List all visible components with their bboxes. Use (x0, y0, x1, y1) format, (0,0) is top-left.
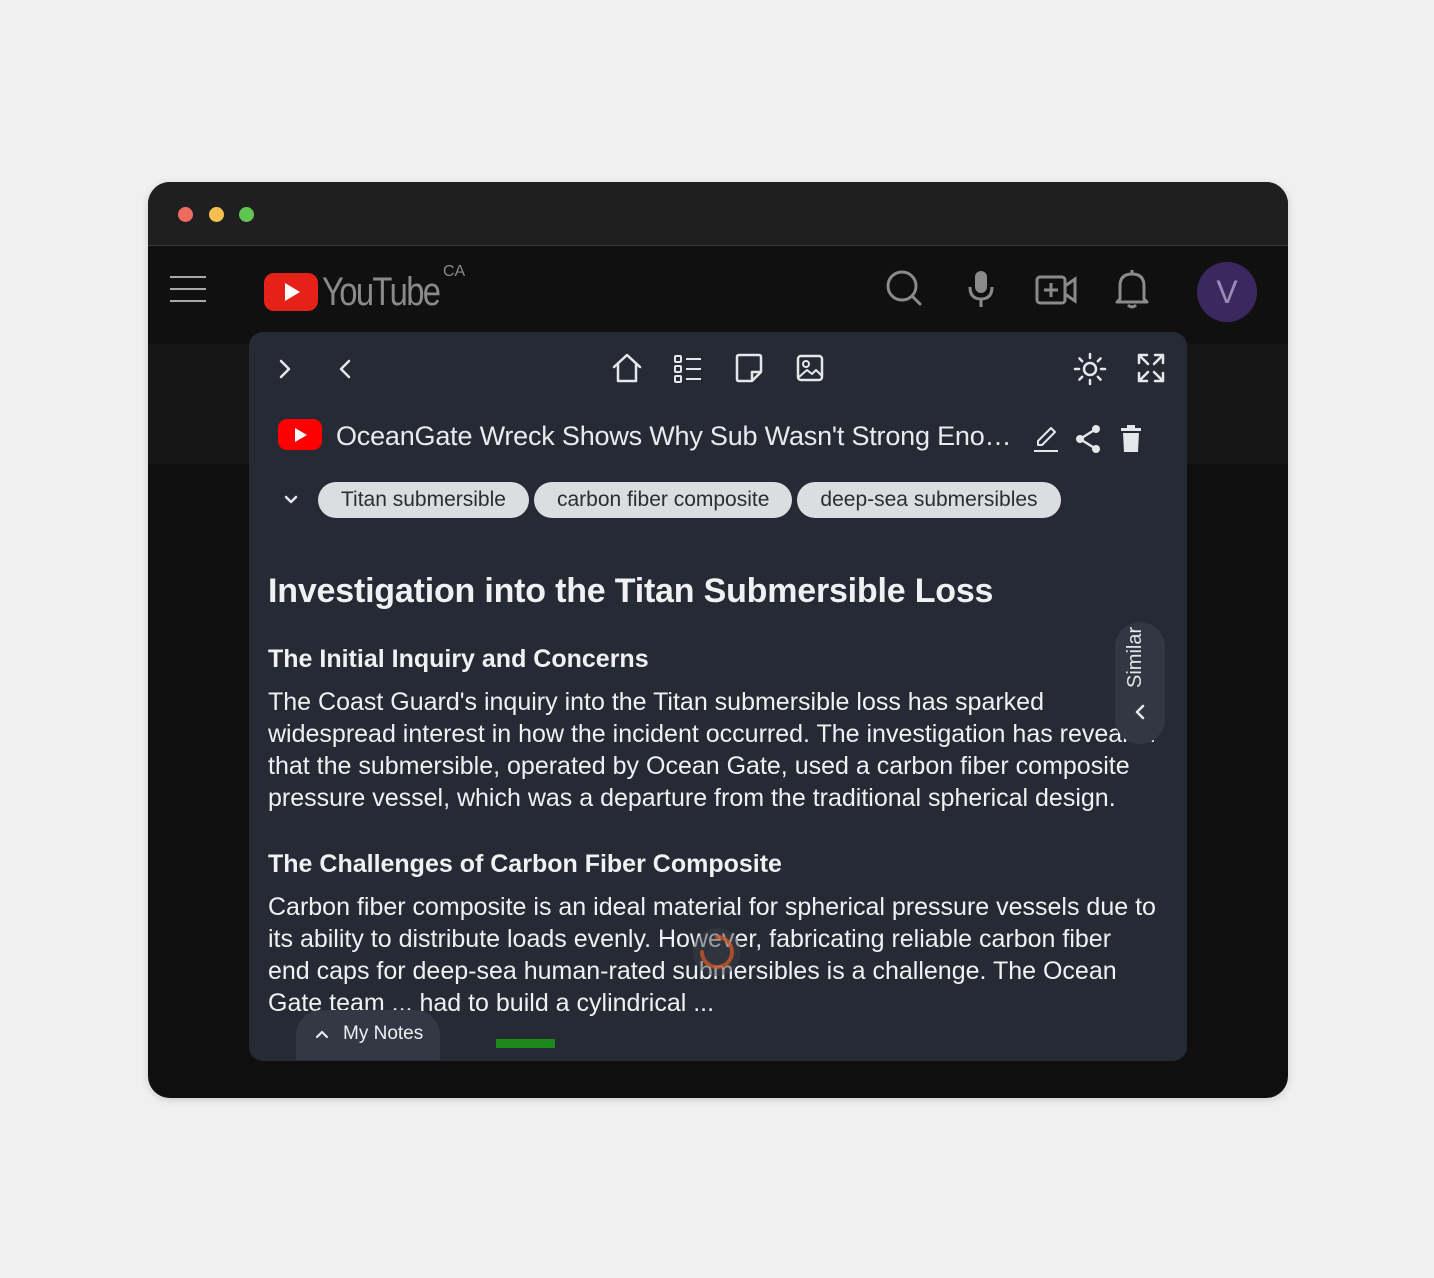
tag-chip[interactable]: Titan submersible (318, 482, 529, 518)
chevron-left-icon (1135, 704, 1145, 720)
loading-spinner-icon (693, 928, 741, 976)
section-body: The Coast Guard's inquiry into the Titan… (268, 688, 1156, 812)
tag-list: Titan submersible carbon fiber composite… (318, 482, 1061, 518)
note-icon[interactable] (734, 352, 764, 384)
chevron-down-icon[interactable] (282, 491, 300, 509)
progress-indicator (496, 1039, 555, 1048)
list-icon[interactable] (673, 352, 703, 384)
chevron-left-icon[interactable] (335, 357, 355, 381)
minimize-window-button[interactable] (209, 207, 224, 222)
chevron-up-icon (315, 1030, 329, 1039)
tag-chip[interactable]: carbon fiber composite (533, 482, 793, 518)
user-avatar[interactable]: V (1197, 262, 1257, 322)
similar-label: Similar (1124, 626, 1146, 688)
my-notes-label: My Notes (343, 1023, 424, 1044)
summary-panel: OceanGate Wreck Shows Why Sub Wasn't Str… (249, 332, 1187, 1061)
youtube-wordmark: YouTube (322, 269, 441, 314)
similar-tab[interactable]: Similar (1115, 622, 1165, 744)
video-title: OceanGate Wreck Shows Why Sub Wasn't Str… (336, 421, 1016, 451)
microphone-icon[interactable] (967, 269, 995, 309)
my-notes-button[interactable]: My Notes (296, 1010, 440, 1060)
search-icon[interactable] (885, 269, 923, 307)
image-icon[interactable] (795, 352, 825, 384)
home-icon[interactable] (611, 352, 643, 384)
theme-toggle-icon[interactable] (1073, 352, 1107, 386)
youtube-logo[interactable]: YouTube (264, 269, 465, 314)
notifications-bell-icon[interactable] (1115, 269, 1149, 309)
youtube-header: YouTube CA V (148, 246, 1288, 344)
youtube-source-icon (278, 419, 322, 450)
youtube-play-icon (264, 273, 318, 311)
edit-icon[interactable] (1032, 424, 1060, 454)
create-video-icon[interactable] (1035, 274, 1077, 306)
window-titlebar (148, 182, 1288, 246)
share-icon[interactable] (1074, 424, 1102, 454)
chevron-right-icon[interactable] (275, 357, 295, 381)
expand-icon[interactable] (1136, 352, 1166, 384)
menu-icon[interactable] (170, 276, 206, 302)
tag-chip[interactable]: deep-sea submersibles (797, 482, 1061, 518)
close-window-button[interactable] (178, 207, 193, 222)
maximize-window-button[interactable] (239, 207, 254, 222)
country-code: CA (443, 263, 466, 280)
trash-icon[interactable] (1119, 424, 1143, 454)
section-heading: The Initial Inquiry and Concerns (268, 645, 649, 673)
article-title: Investigation into the Titan Submersible… (268, 572, 994, 610)
section-heading: The Challenges of Carbon Fiber Composite (268, 850, 782, 878)
